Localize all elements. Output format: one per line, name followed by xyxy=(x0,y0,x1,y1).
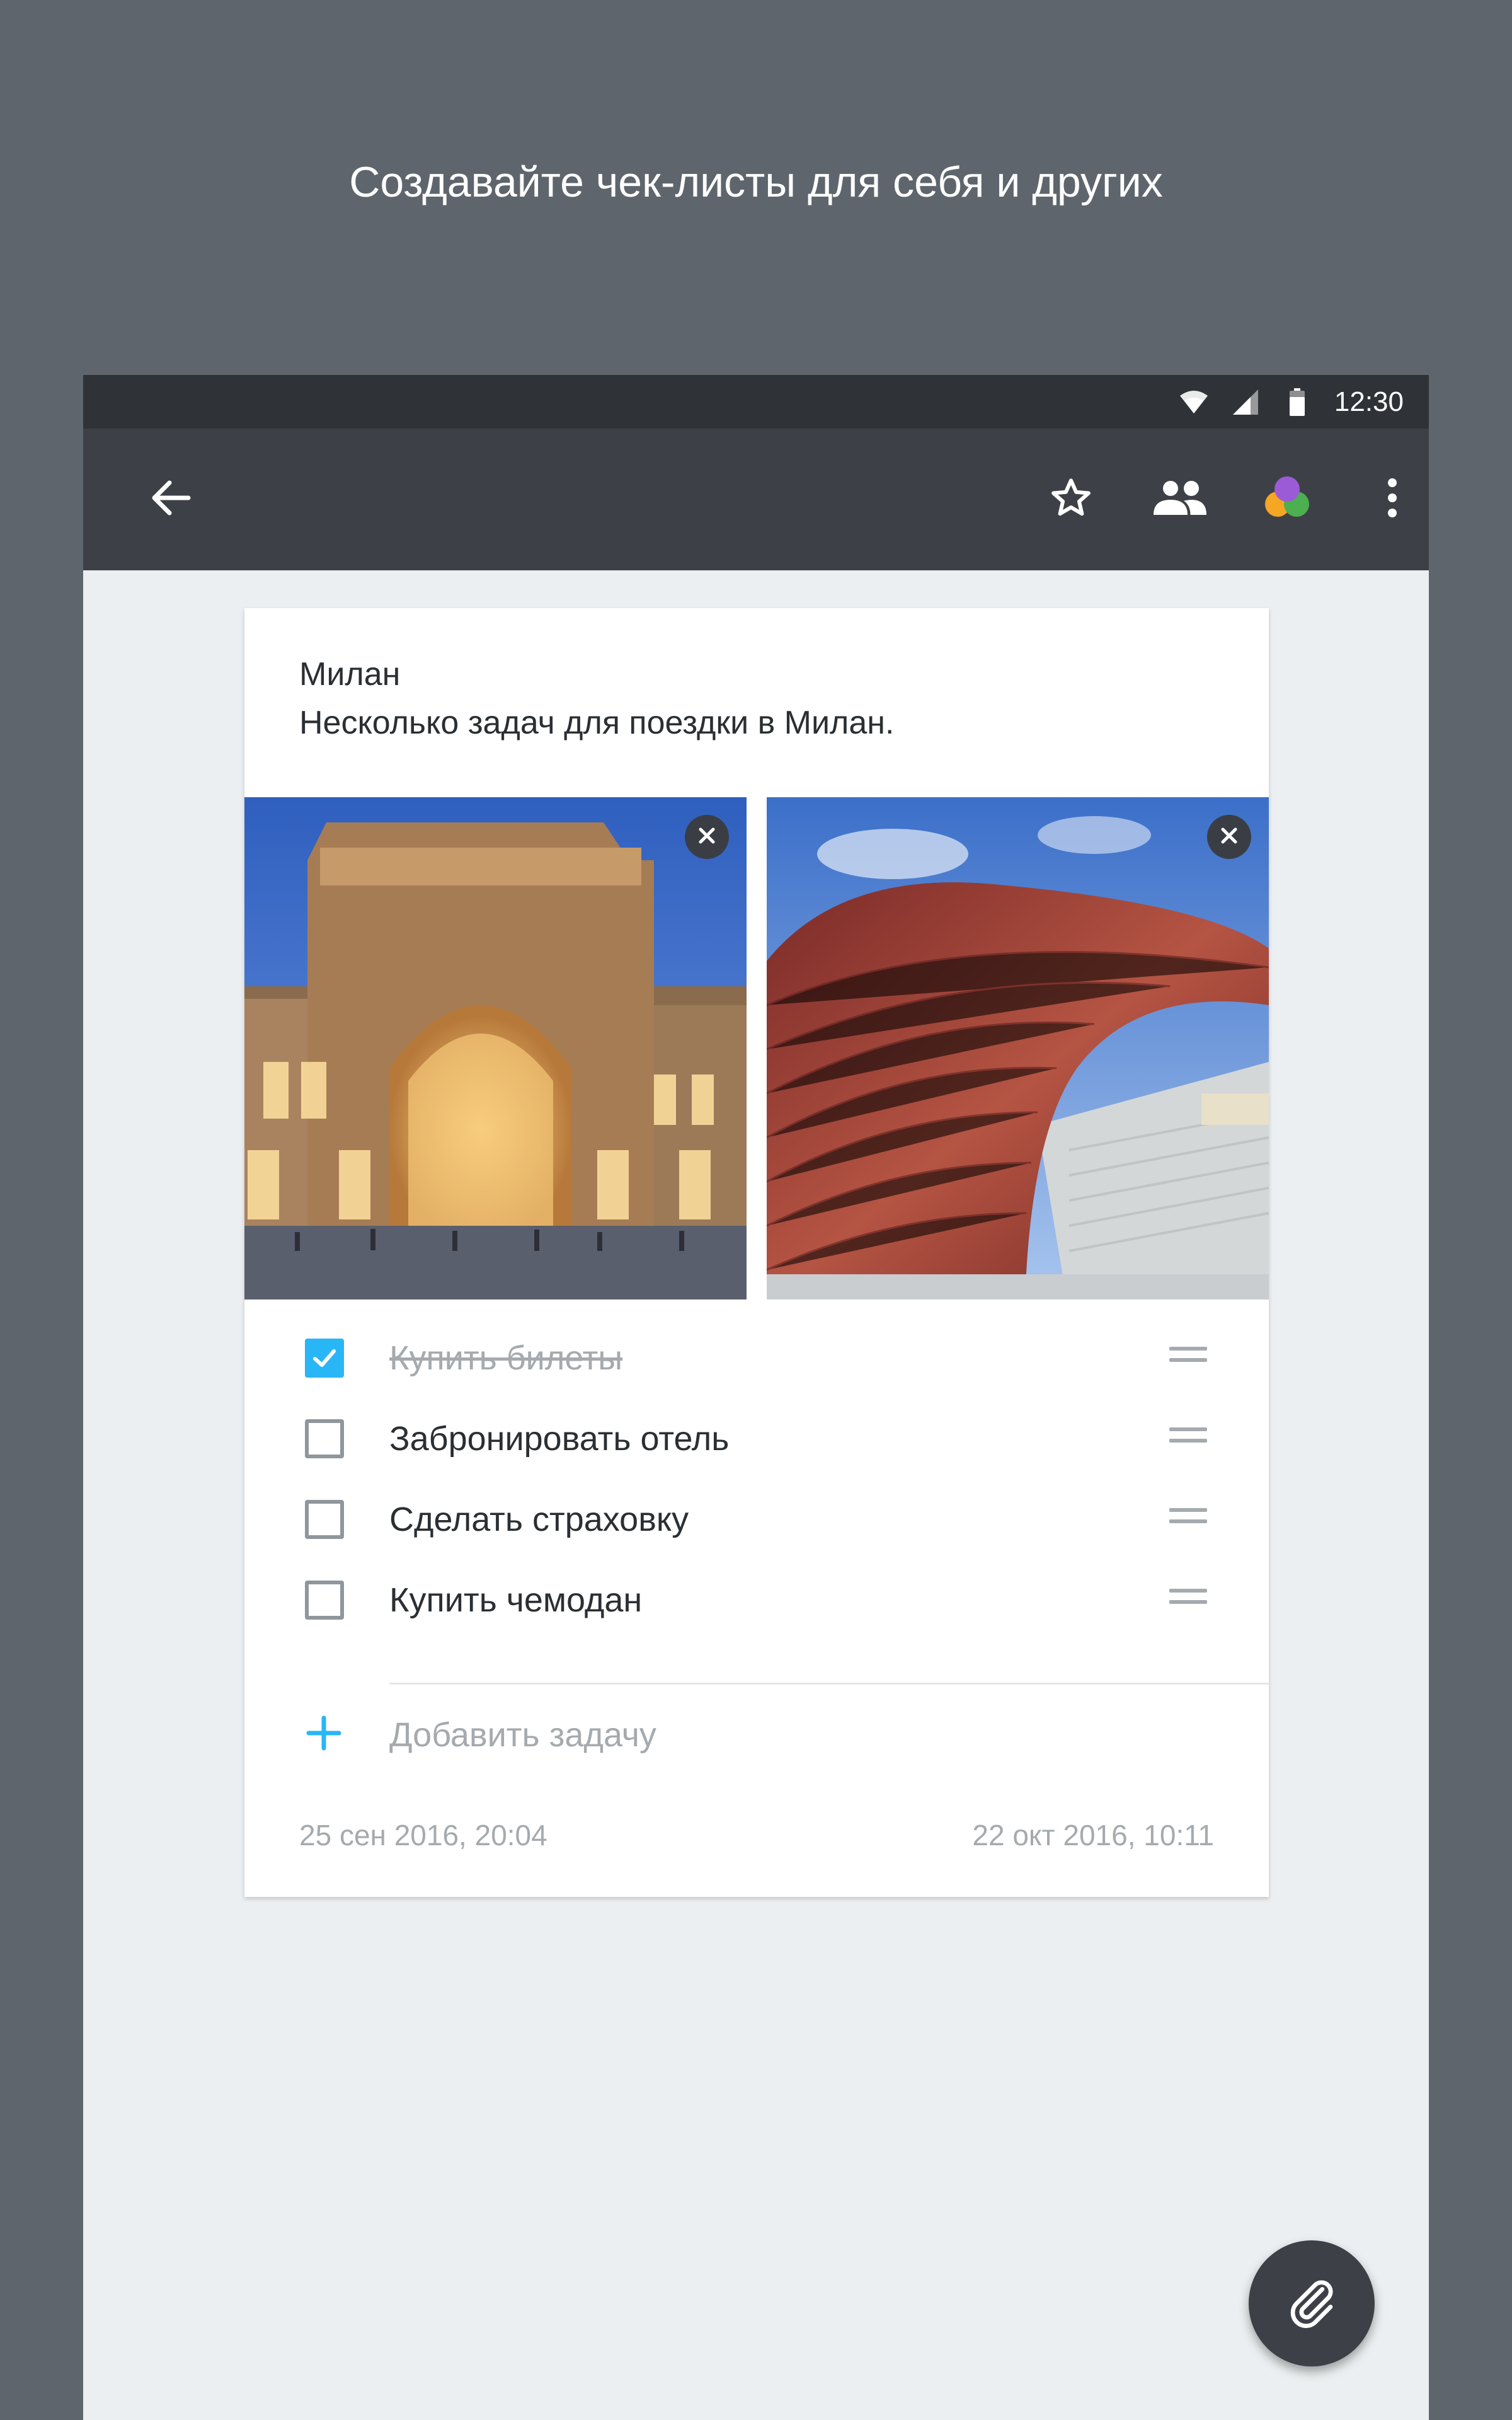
wifi-icon xyxy=(1179,388,1208,417)
task-label[interactable]: Забронировать отель xyxy=(389,1419,729,1458)
drag-handle-icon[interactable] xyxy=(1169,1347,1207,1369)
task-item: Сделать страховку xyxy=(244,1478,1269,1559)
add-task-row[interactable]: Добавить задачу xyxy=(244,1695,1269,1771)
app-bar xyxy=(83,429,1429,570)
favorite-button[interactable] xyxy=(1038,466,1104,533)
task-checkbox[interactable] xyxy=(305,1419,344,1458)
close-icon xyxy=(697,826,716,848)
plus-icon xyxy=(305,1714,343,1752)
people-icon xyxy=(1153,479,1206,520)
arrow-back-icon xyxy=(149,479,191,520)
promo-title: Создавайте чек-листы для себя и других xyxy=(349,158,1163,206)
battery-icon xyxy=(1283,388,1312,417)
status-bar: 12:30 xyxy=(83,375,1429,429)
share-button[interactable] xyxy=(1147,466,1213,533)
note-description[interactable]: Несколько задач для поездки в Милан. xyxy=(299,704,894,742)
note-title[interactable]: Милан xyxy=(299,655,400,693)
task-item: Купить чемодан xyxy=(244,1559,1269,1640)
task-checkbox[interactable] xyxy=(305,1339,344,1378)
drag-handle-icon[interactable] xyxy=(1169,1589,1207,1611)
task-item: Забронировать отель xyxy=(244,1398,1269,1478)
drag-handle-icon[interactable] xyxy=(1169,1427,1207,1450)
color-button[interactable] xyxy=(1254,466,1320,533)
task-item: Купить билеты xyxy=(244,1317,1269,1398)
color-palette-icon xyxy=(1263,475,1312,524)
note-card: Милан Несколько задач для поездки в Мила… xyxy=(244,608,1269,1897)
remove-photo-button[interactable] xyxy=(685,815,729,859)
drag-handle-icon[interactable] xyxy=(1169,1508,1207,1531)
photo-galleria[interactable] xyxy=(244,797,747,1299)
device-screen: 12:30 Милан Несколько задач для поездки … xyxy=(83,375,1429,2420)
photo-pavilion[interactable] xyxy=(767,797,1269,1299)
back-button[interactable] xyxy=(137,466,203,533)
galleria-image xyxy=(244,797,747,1299)
created-date: 25 сен 2016, 20:04 xyxy=(299,1819,547,1852)
task-checkbox[interactable] xyxy=(305,1581,344,1620)
more-vert-icon xyxy=(1386,477,1399,522)
task-label[interactable]: Купить билеты xyxy=(389,1339,622,1378)
cellular-icon xyxy=(1231,388,1260,417)
attach-fab-button[interactable] xyxy=(1249,2240,1375,2366)
close-icon xyxy=(1220,826,1239,848)
task-label[interactable]: Сделать страховку xyxy=(389,1500,689,1539)
status-time: 12:30 xyxy=(1334,386,1404,417)
star-outline-icon xyxy=(1048,475,1094,524)
task-label[interactable]: Купить чемодан xyxy=(389,1581,642,1620)
task-divider xyxy=(389,1683,1269,1685)
remove-photo-button[interactable] xyxy=(1207,815,1251,859)
more-options-button[interactable] xyxy=(1359,466,1425,533)
attachment-icon xyxy=(1283,2274,1340,2334)
modified-date: 22 окт 2016, 10:11 xyxy=(972,1819,1214,1852)
pavilion-image xyxy=(767,797,1269,1299)
task-checkbox[interactable] xyxy=(305,1500,344,1539)
add-task-label: Добавить задачу xyxy=(389,1716,656,1754)
